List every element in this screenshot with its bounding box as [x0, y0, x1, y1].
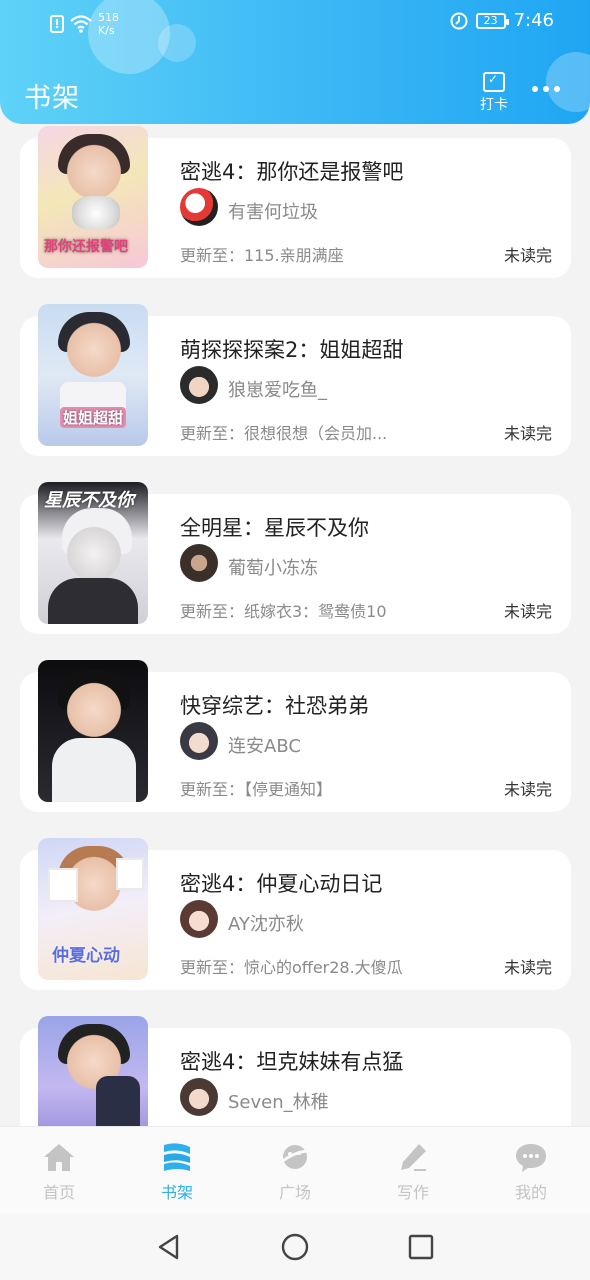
tab-label: 写作 — [396, 1183, 429, 1202]
book-card[interactable]: 那你还报警吧 密逃4：那你还是报警吧 有害何垃圾 更新至：115.亲朋满座 未读… — [20, 126, 571, 278]
author-name: AY沈亦秋 — [228, 914, 304, 935]
wifi-icon — [70, 15, 92, 33]
book-cover[interactable] — [38, 1016, 148, 1126]
read-status: 未读完 — [503, 246, 552, 265]
author-name: Seven_林稚 — [228, 1092, 329, 1113]
back-triangle-icon — [158, 1234, 179, 1260]
book-cover[interactable]: 仲夏心动 — [38, 838, 148, 980]
tab-bookshelf[interactable]: 书架 — [118, 1127, 236, 1215]
read-status: 未读完 — [503, 780, 552, 799]
home-button[interactable] — [232, 1232, 358, 1262]
cover-text: 那你还报警吧 — [44, 239, 128, 255]
book-cover[interactable]: 星辰不及你 — [38, 482, 148, 624]
tab-profile[interactable]: 我的 — [472, 1127, 590, 1215]
book-title: 密逃4：那你还是报警吧 — [180, 160, 404, 184]
battery-icon: 23 — [475, 12, 509, 29]
bookshelf-list[interactable]: 那你还报警吧 密逃4：那你还是报警吧 有害何垃圾 更新至：115.亲朋满座 未读… — [0, 124, 590, 1126]
chat-bubble-icon — [516, 1144, 546, 1172]
dot-icon — [543, 86, 549, 92]
cover-text: 仲夏心动 — [52, 946, 120, 966]
dot-icon — [532, 86, 538, 92]
battery-level: 23 — [483, 14, 498, 27]
update-info: 更新至：【停更通知】 — [180, 780, 333, 799]
page-title: 书架 — [24, 83, 80, 114]
do-not-disturb-icon — [450, 12, 468, 29]
author-avatar — [180, 722, 218, 760]
cover-text: 姐姐超甜 — [60, 407, 127, 428]
author-name: 葡萄小冻冻 — [228, 558, 318, 579]
app-header: ! 518 K/s 23 7:46 书架 打卡 — [0, 0, 590, 124]
book-title: 全明星：星辰不及你 — [180, 516, 369, 540]
book-card[interactable]: 星辰不及你 全明星：星辰不及你 葡萄小冻冻 更新至：纸嫁衣3：鸳鸯债10 未读完 — [20, 482, 571, 634]
back-button[interactable] — [106, 1233, 232, 1261]
recents-square-icon — [408, 1234, 434, 1260]
book-card[interactable]: 仲夏心动 密逃4：仲夏心动日记 AY沈亦秋 更新至：惊心的offer28.大傻瓜… — [20, 838, 571, 990]
book-title: 密逃4：坦克妹妹有点猛 — [180, 1050, 404, 1074]
home-circle-icon — [281, 1233, 309, 1261]
pencil-icon — [401, 1144, 426, 1171]
read-status: 未读完 — [503, 602, 552, 621]
tab-label: 首页 — [42, 1183, 75, 1202]
home-icon — [44, 1144, 74, 1171]
tab-write[interactable]: 写作 — [354, 1127, 472, 1215]
network-speed: 518 K/s — [98, 11, 119, 37]
tab-label: 我的 — [514, 1183, 547, 1202]
book-title: 萌探探探案2：姐姐超甜 — [180, 338, 404, 362]
update-info: 更新至：纸嫁衣3：鸳鸯债10 — [180, 602, 387, 621]
clock: 7:46 — [513, 10, 554, 31]
bottom-tab-bar: 首页 书架 广场 写作 我的 — [0, 1126, 590, 1215]
read-status: 未读完 — [503, 958, 552, 977]
checkin-button[interactable]: 打卡 — [474, 72, 514, 114]
author-name: 连安ABC — [228, 736, 301, 757]
author-avatar — [180, 366, 218, 404]
tab-label: 广场 — [278, 1183, 311, 1202]
system-navigation-bar — [0, 1214, 590, 1280]
book-cover[interactable]: 姐姐超甜 — [38, 304, 148, 446]
author-avatar — [180, 188, 218, 226]
book-card[interactable]: 密逃4：坦克妹妹有点猛 Seven_林稚 — [20, 1016, 571, 1126]
tab-square[interactable]: 广场 — [236, 1127, 354, 1215]
read-status: 未读完 — [503, 424, 552, 443]
author-name: 有害何垃圾 — [228, 202, 318, 223]
tab-home[interactable]: 首页 — [0, 1127, 118, 1215]
more-menu-button[interactable] — [532, 86, 560, 92]
bookshelf-icon — [164, 1143, 190, 1171]
calendar-check-icon — [483, 72, 505, 92]
update-info: 更新至：很想很想（会员加... — [180, 424, 388, 443]
cover-text: 星辰不及你 — [44, 490, 134, 511]
tab-label: 书架 — [160, 1183, 193, 1202]
decor-bubble — [546, 52, 590, 112]
author-avatar — [180, 1078, 218, 1116]
book-cover[interactable] — [38, 660, 148, 802]
dot-icon — [554, 86, 560, 92]
book-cover[interactable]: 那你还报警吧 — [38, 126, 148, 268]
book-title: 快穿综艺：社恐弟弟 — [180, 694, 369, 718]
alert-icon: ! — [50, 15, 64, 33]
author-avatar — [180, 544, 218, 582]
author-avatar — [180, 900, 218, 938]
book-card[interactable]: 快穿综艺：社恐弟弟 连安ABC 更新至：【停更通知】 未读完 — [20, 660, 571, 812]
book-title: 密逃4：仲夏心动日记 — [180, 872, 383, 896]
book-card[interactable]: 姐姐超甜 萌探探探案2：姐姐超甜 狼崽爱吃鱼_ 更新至：很想很想（会员加... … — [20, 304, 571, 456]
author-name: 狼崽爱吃鱼_ — [228, 380, 327, 401]
update-info: 更新至：惊心的offer28.大傻瓜 — [180, 958, 403, 977]
recents-button[interactable] — [358, 1233, 484, 1261]
update-info: 更新至：115.亲朋满座 — [180, 246, 344, 265]
status-bar: ! 518 K/s 23 7:46 — [0, 0, 590, 46]
planet-icon — [279, 1145, 311, 1169]
checkin-label: 打卡 — [480, 97, 508, 113]
